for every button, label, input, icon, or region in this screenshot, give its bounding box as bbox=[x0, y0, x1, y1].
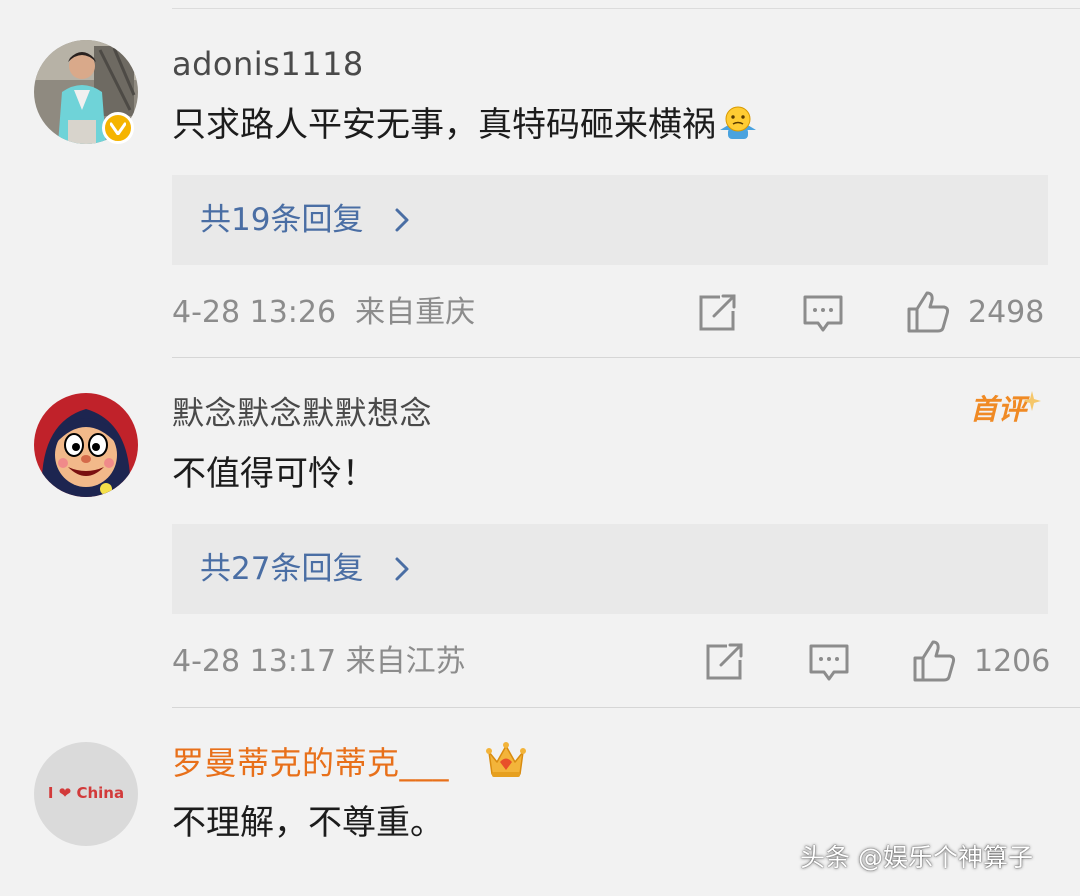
comment-location: 来自重庆 bbox=[355, 295, 476, 330]
verified-badge-icon bbox=[102, 112, 134, 144]
first-comment-badge: 首评 bbox=[970, 388, 1041, 432]
comment-divider bbox=[172, 707, 1080, 708]
comment-time: 4-28 13:17 bbox=[172, 644, 337, 679]
crown-icon bbox=[486, 742, 526, 777]
watermark: 头条 @娱乐个神算子 bbox=[800, 843, 1033, 872]
like-count: 2498 bbox=[968, 295, 1045, 330]
replies-label: 共27条回复 bbox=[200, 551, 364, 587]
like-count: 1206 bbox=[974, 644, 1051, 679]
top-divider bbox=[172, 8, 1080, 9]
chevron-right-icon bbox=[395, 208, 409, 232]
share-icon[interactable] bbox=[698, 294, 738, 332]
share-icon[interactable] bbox=[705, 643, 745, 681]
comment-location: 来自江苏 bbox=[345, 644, 466, 679]
username[interactable]: 默念默念默默想念 bbox=[172, 393, 432, 433]
comment-icon[interactable] bbox=[802, 294, 844, 334]
comment-icon[interactable] bbox=[808, 643, 850, 683]
comment-meta: 4-28 13:17 来自江苏 bbox=[172, 642, 466, 682]
avatar-text: I ❤ China bbox=[47, 784, 125, 802]
sparkle-icon bbox=[1023, 391, 1041, 411]
comment-time: 4-28 13:26 bbox=[172, 295, 337, 330]
comment-text: 不值得可怜！ bbox=[172, 454, 376, 494]
chevron-right-icon bbox=[395, 557, 409, 581]
user-avatar[interactable] bbox=[34, 393, 138, 497]
username[interactable]: 罗曼蒂克的蒂克___ bbox=[172, 743, 449, 783]
replies-button[interactable]: 共19条回复 bbox=[172, 175, 1048, 265]
comment-divider bbox=[172, 357, 1080, 358]
comment-meta: 4-28 13:26 来自重庆 bbox=[172, 293, 475, 333]
comment-text: 只求路人平安无事，真特码砸来横祸 bbox=[172, 102, 758, 152]
shrug-emoji-icon bbox=[718, 104, 758, 152]
comment-text: 不理解，不尊重。 bbox=[172, 803, 444, 843]
like-icon[interactable] bbox=[906, 290, 950, 334]
replies-button[interactable]: 共27条回复 bbox=[172, 524, 1048, 614]
like-icon[interactable] bbox=[912, 639, 956, 683]
replies-label: 共19条回复 bbox=[200, 202, 364, 238]
user-avatar[interactable]: I ❤ China bbox=[34, 742, 138, 846]
username[interactable]: adonis1118 bbox=[172, 44, 364, 84]
